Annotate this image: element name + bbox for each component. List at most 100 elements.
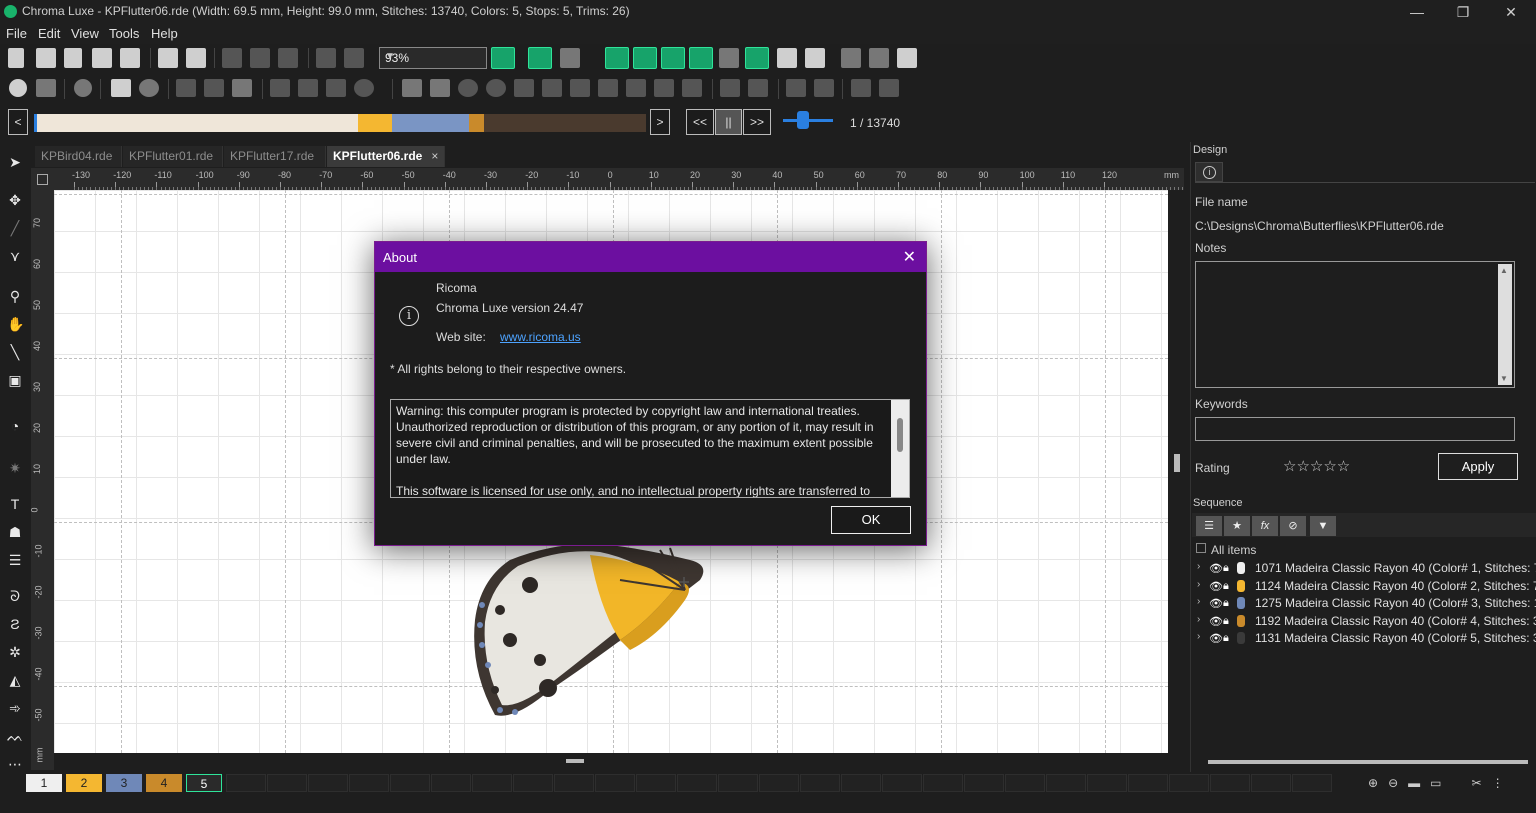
rating-stars[interactable]: ☆☆☆☆☆	[1283, 457, 1350, 475]
prev-color-button[interactable]: <	[8, 109, 28, 135]
bring-front-icon[interactable]	[786, 79, 806, 97]
license-textbox[interactable]: Warning: this computer program is protec…	[390, 399, 910, 498]
scroll-thumb[interactable]	[566, 759, 584, 763]
shapes-icon[interactable]: ◔	[7, 418, 23, 434]
empty-color-slot[interactable]	[1210, 774, 1250, 792]
empty-color-slot[interactable]	[308, 774, 348, 792]
empty-color-slot[interactable]	[636, 774, 676, 792]
eye-icon[interactable]: 👁	[1209, 615, 1223, 628]
align-top-icon[interactable]	[570, 79, 590, 97]
sequence-hide-tab[interactable]: ⊘	[1280, 516, 1306, 536]
lock-icon[interactable]: 🔒︎	[1223, 562, 1229, 575]
sequence-list-tab[interactable]: ☰	[1196, 516, 1222, 536]
open-folder-icon[interactable]	[36, 48, 56, 68]
auto-digitize-icon[interactable]	[9, 79, 27, 97]
empty-color-slot[interactable]	[595, 774, 635, 792]
measure-icon[interactable]	[869, 48, 889, 68]
empty-color-slot[interactable]	[472, 774, 512, 792]
ruler-icon[interactable]: ╲	[7, 344, 23, 360]
more-options-icon[interactable]: ⋮	[1492, 776, 1504, 790]
scroll-up-icon[interactable]: ▲	[1500, 266, 1508, 275]
run-stitch-icon[interactable]: ᘐ	[7, 588, 23, 604]
preview-icon[interactable]	[745, 47, 769, 69]
chevron-right-icon[interactable]: ›	[1197, 579, 1200, 590]
zoom-icon[interactable]: ⚲	[7, 288, 23, 304]
motif-icon[interactable]: ➾	[7, 700, 23, 716]
all-items-checkbox[interactable]	[1196, 543, 1206, 553]
import-image-icon[interactable]	[186, 48, 206, 68]
monitor-icon[interactable]: ▭	[1430, 776, 1441, 790]
needle-icon[interactable]	[560, 48, 580, 68]
scroll-thumb[interactable]	[1174, 454, 1180, 472]
menu-edit[interactable]: Edit	[38, 26, 60, 41]
forward-button[interactable]: >>	[743, 109, 771, 135]
import-design-icon[interactable]	[158, 48, 178, 68]
eye-icon[interactable]: 👁	[1209, 580, 1223, 593]
undo-icon[interactable]	[316, 48, 336, 68]
ok-button[interactable]: OK	[831, 506, 911, 534]
empty-color-slot[interactable]	[1251, 774, 1291, 792]
notes-scrollbar[interactable]: ▲ ▼	[1498, 264, 1512, 385]
tab-kpbird04[interactable]: KPBird04.rde	[35, 146, 122, 167]
restore-button[interactable]: ❐	[1448, 2, 1478, 22]
menu-view[interactable]: View	[71, 26, 99, 41]
menu-help[interactable]: Help	[151, 26, 178, 41]
chevron-right-icon[interactable]: ›	[1197, 631, 1200, 642]
remove-icon[interactable]: ⊖	[1388, 776, 1398, 790]
center-icon[interactable]	[139, 79, 159, 97]
lock-icon[interactable]: 🔒︎	[1223, 615, 1229, 628]
settings-list-icon[interactable]	[897, 48, 917, 68]
copy-icon[interactable]	[250, 48, 270, 68]
select-arrow-icon[interactable]: ➤	[7, 154, 23, 170]
effects-icon[interactable]: ✷	[7, 460, 23, 476]
vertical-scrollbar[interactable]	[1172, 190, 1184, 755]
resize-icon[interactable]	[851, 79, 871, 97]
empty-color-slot[interactable]	[1005, 774, 1045, 792]
empty-color-slot[interactable]	[759, 774, 799, 792]
paste-icon[interactable]	[278, 48, 298, 68]
tab-kpflutter01[interactable]: KPFlutter01.rde	[123, 146, 223, 167]
empty-color-slot[interactable]	[964, 774, 1004, 792]
grid-icon[interactable]	[633, 47, 657, 69]
empty-color-slot[interactable]	[1087, 774, 1127, 792]
monogram-icon[interactable]: ☗	[7, 524, 23, 540]
combine-icon[interactable]	[232, 79, 252, 97]
align-bottom-icon[interactable]	[626, 79, 646, 97]
trace-icon[interactable]	[777, 48, 797, 68]
export-icon[interactable]	[120, 48, 140, 68]
background-icon[interactable]	[719, 48, 739, 68]
pattern-icon[interactable]	[326, 79, 346, 97]
empty-color-slot[interactable]	[390, 774, 430, 792]
color-progress-bar[interactable]	[34, 114, 646, 132]
lock-icon[interactable]: 🔒︎	[1223, 632, 1229, 645]
ungroup-icon[interactable]	[204, 79, 224, 97]
eye-icon[interactable]: 👁	[1209, 597, 1223, 610]
distribute-icon[interactable]	[654, 79, 674, 97]
zoom-select[interactable]: 93% ▼	[379, 47, 487, 69]
empty-color-slot[interactable]	[554, 774, 594, 792]
fill-stitch-icon[interactable]: ✲	[7, 644, 23, 660]
machine-icon[interactable]	[805, 48, 825, 68]
empty-color-slot[interactable]	[677, 774, 717, 792]
rotate-left-icon[interactable]	[458, 79, 478, 97]
group-icon[interactable]	[176, 79, 196, 97]
color-chip-1[interactable]: 1	[26, 774, 62, 792]
lock-icon[interactable]: 🔒︎	[1223, 580, 1229, 593]
empty-color-slot[interactable]	[841, 774, 881, 792]
tab-kpflutter06[interactable]: KPFlutter06.rde ×	[327, 146, 445, 167]
close-window-button[interactable]: ✕	[1496, 2, 1526, 22]
minimize-button[interactable]: —	[1402, 2, 1432, 22]
pan-hand-icon[interactable]: ✋	[7, 316, 24, 332]
empty-color-slot[interactable]	[1128, 774, 1168, 792]
save-icon[interactable]	[64, 48, 82, 68]
calculator-icon[interactable]	[841, 48, 861, 68]
color-chip-2[interactable]: 2	[66, 774, 102, 792]
stitch-view-icon[interactable]	[661, 47, 685, 69]
lock-icon[interactable]	[720, 79, 740, 97]
rewind-button[interactable]: <<	[686, 109, 714, 135]
appliqué-icon[interactable]: ◭	[7, 672, 23, 688]
zoom-fit-icon[interactable]	[491, 47, 515, 69]
photo-stitch-icon[interactable]	[36, 79, 56, 97]
flip-vertical-icon[interactable]	[430, 79, 450, 97]
apply-button[interactable]: Apply	[1438, 453, 1518, 480]
